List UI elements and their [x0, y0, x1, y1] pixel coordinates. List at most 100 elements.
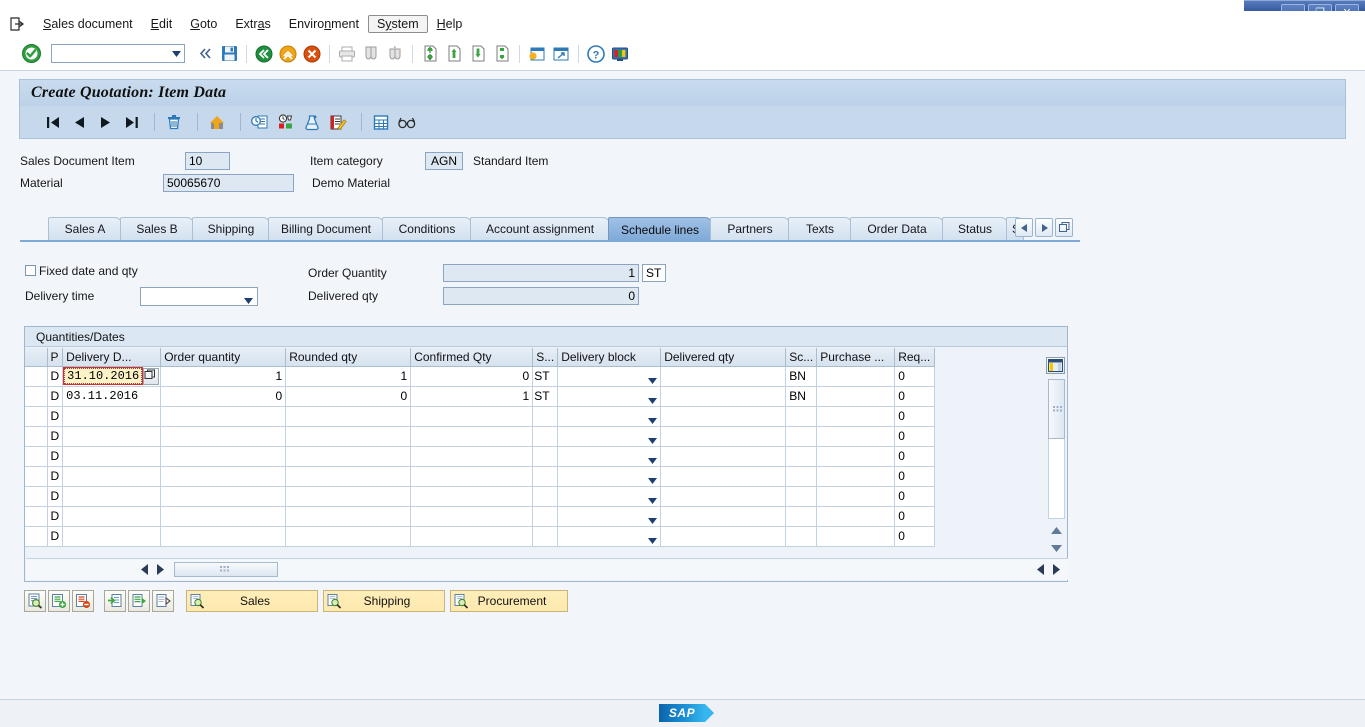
cell-sc[interactable] — [785, 426, 818, 447]
delivery-date-input[interactable]: 31.10.2016 — [63, 366, 144, 385]
customize-layout-icon[interactable] — [610, 43, 630, 65]
cell-delivery-block[interactable] — [557, 366, 662, 387]
table-row[interactable]: D 0 — [25, 406, 936, 427]
create-shortcut-icon[interactable] — [551, 43, 571, 65]
procurement-button[interactable]: Procurement — [450, 590, 568, 612]
cell-delivery-date[interactable] — [62, 506, 162, 527]
cell-delivery-block[interactable] — [557, 406, 662, 427]
last-page-icon[interactable] — [492, 43, 512, 65]
cell-s[interactable] — [532, 406, 559, 427]
table-row[interactable]: D 31.10.2016 1 1 0 ST BN 0 — [25, 366, 936, 387]
row-selector[interactable] — [25, 386, 48, 407]
fixed-date-checkbox[interactable] — [25, 265, 36, 276]
cell-confirmed-qty[interactable] — [410, 506, 534, 527]
print-icon[interactable] — [337, 43, 357, 65]
cell-purchase[interactable] — [816, 486, 896, 507]
cell-s[interactable]: ST — [532, 386, 559, 407]
col-delivered-qty[interactable]: Delivered qty — [660, 348, 787, 367]
cell-confirmed-qty[interactable] — [410, 486, 534, 507]
tab-list-button[interactable] — [1055, 218, 1073, 237]
cell-purchase[interactable] — [816, 426, 896, 447]
table-row[interactable]: D 0 — [25, 426, 936, 447]
cell-delivery-block[interactable] — [557, 386, 662, 407]
cell-p[interactable]: D — [47, 486, 64, 507]
menu-extras[interactable]: Extras — [226, 15, 279, 33]
cell-order-quantity[interactable] — [160, 506, 287, 527]
cell-sc[interactable]: BN — [785, 366, 818, 387]
row-selector[interactable] — [25, 406, 48, 427]
previous-page-icon[interactable] — [444, 43, 464, 65]
cell-rounded-qty[interactable] — [285, 486, 412, 507]
cell-sc[interactable] — [785, 466, 818, 487]
next-page-icon[interactable] — [468, 43, 488, 65]
row-selector[interactable] — [25, 526, 48, 547]
hscroll-left-button[interactable] — [136, 562, 152, 577]
home-document-icon[interactable] — [206, 110, 228, 134]
cell-s[interactable] — [532, 486, 559, 507]
insert-schedule-line-button[interactable] — [48, 590, 70, 612]
cell-rounded-qty[interactable] — [285, 426, 412, 447]
col-order-quantity[interactable]: Order quantity — [160, 348, 287, 367]
tab-order-data[interactable]: Order Data — [850, 217, 944, 240]
cell-purchase[interactable] — [816, 466, 896, 487]
cell-delivered-qty[interactable] — [660, 526, 787, 547]
vscroll-thumb[interactable] — [1048, 379, 1065, 439]
tab-scroll-right-button[interactable] — [1035, 218, 1053, 237]
schedule-line-detail-button[interactable] — [104, 590, 126, 612]
cell-confirmed-qty[interactable]: 0 — [410, 366, 534, 387]
delivery-time-dropdown[interactable] — [140, 287, 258, 306]
cell-s[interactable] — [532, 526, 559, 547]
cell-sc[interactable] — [785, 526, 818, 547]
col-delivery-date[interactable]: Delivery D... — [62, 348, 162, 367]
cell-confirmed-qty[interactable] — [410, 526, 534, 547]
delivery-block-dropdown[interactable] — [558, 387, 660, 406]
cell-s[interactable] — [532, 446, 559, 467]
cell-p[interactable]: D — [47, 466, 64, 487]
cell-purchase[interactable] — [816, 406, 896, 427]
cell-req[interactable]: 0 — [894, 506, 936, 527]
cell-req[interactable]: 0 — [894, 366, 936, 387]
delivery-block-dropdown[interactable] — [558, 447, 660, 466]
cell-order-quantity[interactable] — [160, 426, 287, 447]
cell-rounded-qty[interactable] — [285, 446, 412, 467]
cell-req[interactable]: 0 — [894, 406, 936, 427]
chevron-down-icon[interactable] — [168, 45, 184, 62]
hscroll-right-button-right[interactable] — [1048, 562, 1064, 577]
menu-edit[interactable]: Edit — [142, 15, 182, 33]
tab-schedule-lines[interactable]: Schedule lines — [608, 217, 712, 241]
cell-p[interactable]: D — [47, 446, 64, 467]
cell-confirmed-qty[interactable] — [410, 446, 534, 467]
cell-s[interactable] — [532, 466, 559, 487]
cell-purchase[interactable] — [816, 446, 896, 467]
cell-rounded-qty[interactable] — [285, 406, 412, 427]
cell-req[interactable]: 0 — [894, 466, 936, 487]
row-selector[interactable] — [25, 426, 48, 447]
back-icon[interactable] — [254, 43, 274, 65]
previous-item-icon[interactable] — [68, 110, 90, 134]
table-row[interactable]: D 0 — [25, 466, 936, 487]
cell-purchase[interactable] — [816, 526, 896, 547]
vscroll-down-button[interactable] — [1048, 541, 1065, 556]
vscroll-up-button[interactable] — [1048, 523, 1065, 538]
cell-rounded-qty[interactable]: 1 — [285, 366, 412, 387]
enter-ok-icon[interactable] — [22, 44, 41, 63]
hscroll-thumb[interactable] — [174, 562, 278, 577]
display-schedule-line-detail-button[interactable] — [24, 590, 46, 612]
tab-billing-document[interactable]: Billing Document — [268, 217, 384, 240]
cell-s[interactable] — [532, 426, 559, 447]
cell-delivered-qty[interactable] — [660, 406, 787, 427]
cell-delivered-qty[interactable] — [660, 466, 787, 487]
tab-status[interactable]: Status — [942, 217, 1008, 240]
menu-environment[interactable]: Environment — [280, 15, 368, 33]
cell-delivery-block[interactable] — [557, 466, 662, 487]
delivery-block-dropdown[interactable] — [558, 467, 660, 486]
help-icon[interactable]: ? — [586, 43, 606, 65]
delete-schedule-line-button[interactable] — [72, 590, 94, 612]
cell-req[interactable]: 0 — [894, 426, 936, 447]
cell-rounded-qty[interactable] — [285, 466, 412, 487]
tab-shipping[interactable]: Shipping — [192, 217, 270, 240]
cell-req[interactable]: 0 — [894, 446, 936, 467]
cell-p[interactable]: D — [47, 526, 64, 547]
table-row[interactable]: D 03.11.2016 0 0 1 ST BN 0 — [25, 386, 936, 407]
col-p[interactable]: P — [47, 348, 64, 367]
